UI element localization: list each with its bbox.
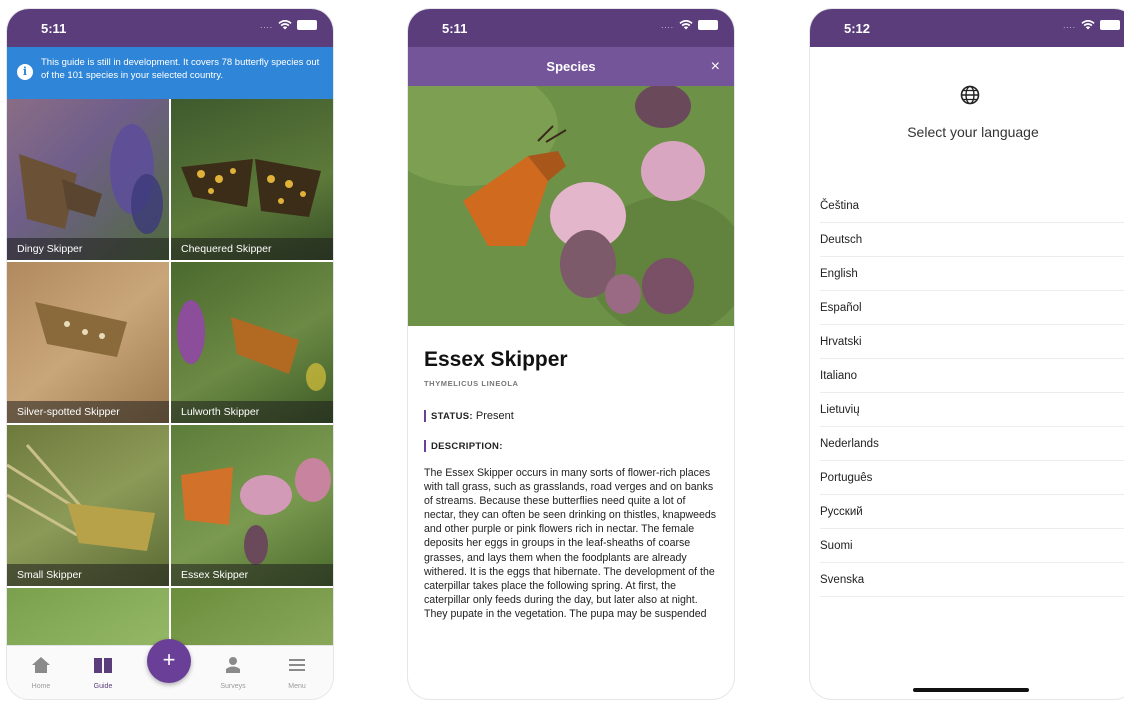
phone-species-detail-screen: 5:11 .... Species × Essex Skipper THYMEL… — [408, 9, 734, 699]
species-latin-name: THYMELICUS LINEOLA — [424, 379, 519, 388]
status-bar: 5:12 .... — [810, 9, 1124, 47]
status-value: Present — [475, 410, 514, 422]
species-tile[interactable]: Lulworth Skipper — [171, 262, 333, 423]
nav-guide[interactable]: Guide — [73, 646, 133, 699]
species-label: Lulworth Skipper — [171, 401, 333, 423]
species-photo — [7, 444, 155, 551]
status-label: STATUS: — [431, 411, 473, 422]
signal-icon: .... — [260, 20, 273, 30]
species-photo — [177, 300, 326, 391]
home-indicator — [913, 688, 1029, 692]
info-banner-text: This guide is still in development. It c… — [41, 57, 320, 81]
add-record-button[interactable]: + — [147, 639, 191, 683]
page-title: Species — [546, 59, 596, 74]
species-label: Essex Skipper — [171, 564, 333, 586]
nav-menu[interactable]: Menu — [267, 646, 327, 699]
status-time: 5:11 — [41, 21, 67, 36]
book-icon — [94, 658, 112, 673]
species-description: The Essex Skipper occurs in many sorts o… — [424, 467, 717, 620]
battery-icon — [698, 20, 718, 30]
phone-language-select-screen: 5:12 .... Select your language Čeština D… — [810, 9, 1124, 699]
species-photo — [181, 458, 331, 565]
nav-home-label: Home — [31, 683, 51, 690]
phone-guide-screen: 5:11 .... i This guide is still in devel… — [7, 9, 333, 699]
person-icon — [226, 657, 240, 673]
nav-surveys-label: Surveys — [220, 683, 246, 690]
species-tile[interactable]: Essex Skipper — [171, 425, 333, 586]
language-option[interactable]: Čeština — [820, 189, 1124, 223]
globe-icon — [960, 85, 980, 105]
species-content: Essex Skipper THYMELICUS LINEOLA STATUS:… — [408, 326, 734, 621]
language-option[interactable]: Deutsch — [820, 223, 1124, 257]
species-tile[interactable]: Small Skipper — [7, 425, 169, 586]
nav-guide-label: Guide — [93, 683, 113, 690]
wifi-icon — [1081, 20, 1095, 30]
page-title: Select your language — [907, 124, 1039, 140]
language-option[interactable]: Suomi — [820, 529, 1124, 563]
nav-menu-label: Menu — [288, 683, 306, 690]
language-option[interactable]: Italiano — [820, 359, 1124, 393]
language-option[interactable]: Lietuvių — [820, 393, 1124, 427]
status-bar: 5:11 .... — [408, 9, 734, 47]
battery-icon — [297, 20, 317, 30]
nav-surveys[interactable]: Surveys — [203, 646, 263, 699]
species-tile[interactable]: Silver-spotted Skipper — [7, 262, 169, 423]
species-tile[interactable] — [7, 588, 169, 648]
battery-icon — [1100, 20, 1120, 30]
language-option[interactable]: Русский — [820, 495, 1124, 529]
species-tile[interactable]: Chequered Skipper — [171, 99, 333, 260]
species-photo — [19, 124, 163, 234]
language-option[interactable]: Español — [820, 291, 1124, 325]
signal-icon: .... — [661, 20, 674, 30]
species-photo — [181, 159, 321, 217]
menu-icon — [289, 659, 305, 671]
wifi-icon — [679, 20, 693, 30]
info-icon: i — [17, 64, 33, 80]
species-photo — [35, 302, 127, 357]
species-label: Dingy Skipper — [7, 238, 169, 260]
essex-skipper-photo — [408, 86, 734, 326]
close-icon[interactable]: × — [711, 47, 720, 86]
species-tile[interactable] — [171, 588, 333, 648]
species-label: Silver-spotted Skipper — [7, 401, 169, 423]
status-field: STATUS: Present — [424, 410, 718, 422]
description-heading: DESCRIPTION: — [424, 440, 718, 452]
language-option[interactable]: Svenska — [820, 563, 1124, 597]
wifi-icon — [278, 20, 292, 30]
species-name: Essex Skipper — [424, 348, 568, 371]
species-tile[interactable]: Dingy Skipper — [7, 99, 169, 260]
status-bar: 5:11 .... — [7, 9, 333, 47]
language-option[interactable]: Hrvatski — [820, 325, 1124, 359]
species-header: Species × — [408, 47, 734, 86]
language-list: Čeština Deutsch English Español Hrvatski… — [820, 189, 1124, 597]
language-option[interactable]: English — [820, 257, 1124, 291]
status-time: 5:11 — [442, 21, 468, 36]
signal-icon: .... — [1063, 20, 1076, 30]
info-banner: i This guide is still in development. It… — [7, 47, 333, 99]
status-time: 5:12 — [844, 21, 871, 36]
nav-home[interactable]: Home — [11, 646, 71, 699]
home-icon — [32, 657, 50, 673]
language-option[interactable]: Português — [820, 461, 1124, 495]
species-label: Chequered Skipper — [171, 238, 333, 260]
species-hero-photo — [408, 86, 734, 326]
language-option[interactable]: Nederlands — [820, 427, 1124, 461]
description-label: DESCRIPTION: — [431, 441, 503, 452]
species-label: Small Skipper — [7, 564, 169, 586]
